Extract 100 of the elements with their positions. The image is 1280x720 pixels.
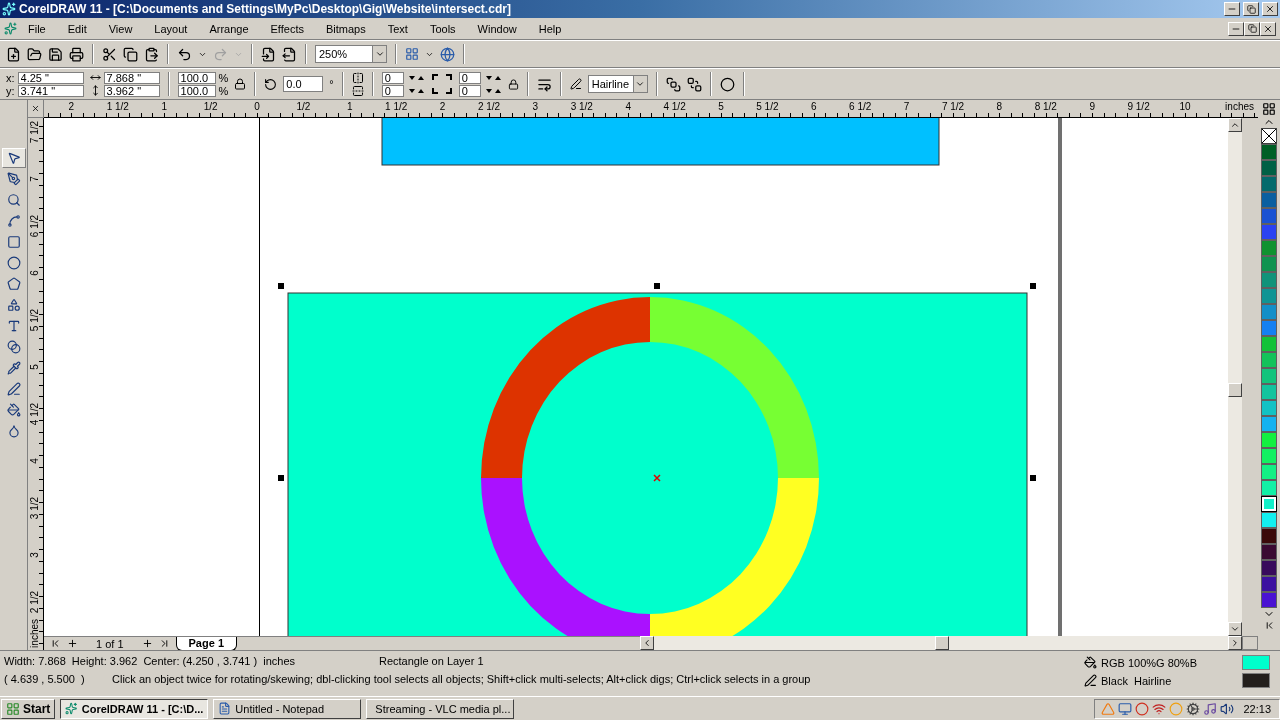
import-icon[interactable] bbox=[261, 46, 276, 62]
add-page-icon[interactable] bbox=[67, 638, 78, 649]
paste-icon[interactable] bbox=[144, 46, 159, 62]
cut-icon[interactable] bbox=[102, 46, 117, 62]
outline-color-swatch[interactable] bbox=[1242, 673, 1270, 688]
ring-segment[interactable] bbox=[481, 297, 650, 478]
menu-item[interactable]: Layout bbox=[143, 22, 199, 35]
x-position-field[interactable]: 4.25 " bbox=[17, 71, 84, 84]
open-icon[interactable] bbox=[27, 46, 42, 62]
save-icon[interactable] bbox=[48, 46, 63, 62]
color-swatch[interactable] bbox=[1261, 464, 1277, 480]
color-swatch[interactable] bbox=[1261, 320, 1277, 336]
color-swatch[interactable] bbox=[1261, 432, 1277, 448]
scale-y-field[interactable]: 100.0 bbox=[177, 84, 216, 97]
color-swatch[interactable] bbox=[1261, 304, 1277, 320]
page-tab[interactable]: Page 1 bbox=[175, 636, 237, 651]
color-swatch[interactable] bbox=[1261, 176, 1277, 192]
selection-handle[interactable] bbox=[1030, 283, 1036, 289]
copy-icon[interactable] bbox=[123, 46, 138, 62]
lock-icon[interactable] bbox=[507, 78, 519, 90]
circle-icon[interactable] bbox=[1135, 701, 1150, 716]
color-swatch[interactable] bbox=[1261, 160, 1277, 176]
outline-width-dropdown[interactable]: Hairline bbox=[587, 75, 648, 93]
scroll-thumb[interactable] bbox=[935, 636, 949, 650]
volume-icon[interactable] bbox=[1220, 701, 1235, 716]
color-swatch[interactable] bbox=[1261, 208, 1277, 224]
scroll-thumb[interactable] bbox=[1228, 383, 1242, 397]
color-swatch[interactable] bbox=[1261, 480, 1277, 496]
minimize-button[interactable] bbox=[1224, 2, 1240, 16]
spinner-icon[interactable] bbox=[406, 86, 425, 95]
restore-button[interactable] bbox=[1243, 2, 1259, 16]
fill-color-swatch[interactable] bbox=[1242, 655, 1270, 670]
selection-handle[interactable] bbox=[1030, 475, 1036, 481]
taskbar-button[interactable]: CorelDRAW 11 - [C:\D... bbox=[60, 698, 209, 719]
color-swatch[interactable] bbox=[1261, 576, 1277, 592]
height-field[interactable]: 3.962 " bbox=[103, 84, 160, 97]
restore-button[interactable] bbox=[1244, 21, 1260, 36]
undo-icon[interactable] bbox=[177, 46, 192, 62]
color-swatch[interactable] bbox=[1261, 256, 1277, 272]
color-swatch[interactable] bbox=[1261, 528, 1277, 544]
color-swatch[interactable] bbox=[1261, 592, 1277, 608]
selection-handle[interactable] bbox=[654, 283, 660, 289]
menu-item[interactable]: Edit bbox=[56, 22, 98, 35]
menu-item[interactable]: Help bbox=[527, 22, 573, 35]
scroll-left-button[interactable] bbox=[640, 636, 654, 650]
color-swatch[interactable] bbox=[1261, 400, 1277, 416]
taskbar-button[interactable]: Streaming - VLC media pl... bbox=[366, 698, 515, 719]
menu-item[interactable]: File bbox=[17, 22, 57, 35]
start-button[interactable]: Start bbox=[1, 698, 56, 719]
selection-handle[interactable] bbox=[278, 475, 284, 481]
menu-item[interactable]: View bbox=[97, 22, 144, 35]
zoom-dropdown[interactable]: 250% bbox=[315, 45, 387, 63]
horizontal-scrollbar[interactable] bbox=[640, 636, 1242, 650]
mirror-vertical-icon[interactable] bbox=[351, 84, 364, 97]
spinner-icon[interactable] bbox=[483, 86, 502, 95]
music-icon[interactable] bbox=[1203, 701, 1218, 716]
menu-item[interactable]: Effects bbox=[259, 22, 315, 35]
first-page-icon[interactable] bbox=[50, 638, 61, 649]
menu-item[interactable]: Tools bbox=[418, 22, 467, 35]
color-swatch[interactable] bbox=[1261, 448, 1277, 464]
no-color-swatch[interactable] bbox=[1261, 128, 1277, 144]
menu-item[interactable]: Text bbox=[376, 22, 419, 35]
selection-handle[interactable] bbox=[278, 283, 284, 289]
menu-item[interactable]: Window bbox=[466, 22, 528, 35]
export-icon[interactable] bbox=[282, 46, 297, 62]
scale-x-field[interactable]: 100.0 bbox=[177, 71, 216, 84]
tool-button[interactable] bbox=[1, 148, 26, 168]
to-back-icon[interactable] bbox=[686, 76, 702, 92]
color-swatch[interactable] bbox=[1261, 368, 1277, 384]
gear-icon[interactable] bbox=[1186, 701, 1201, 716]
width-field[interactable]: 7.868 " bbox=[103, 71, 160, 84]
spinner-icon[interactable] bbox=[483, 73, 502, 82]
scroll-up-button[interactable] bbox=[1228, 118, 1242, 132]
color-swatch[interactable] bbox=[1261, 512, 1277, 528]
minimize-button[interactable] bbox=[1228, 21, 1244, 36]
menu-item[interactable]: Bitmaps bbox=[314, 22, 377, 35]
to-front-icon[interactable] bbox=[665, 76, 681, 92]
globe-icon[interactable] bbox=[440, 46, 455, 62]
color-swatch[interactable] bbox=[1261, 192, 1277, 208]
spinner-icon[interactable] bbox=[406, 73, 425, 82]
color-swatch[interactable] bbox=[1261, 384, 1277, 400]
color-swatch[interactable] bbox=[1261, 416, 1277, 432]
lock-icon[interactable] bbox=[234, 78, 247, 90]
vertical-scrollbar[interactable] bbox=[1228, 118, 1242, 636]
color-swatch[interactable] bbox=[1261, 288, 1277, 304]
taskbar-button[interactable]: Untitled - Notepad bbox=[213, 698, 362, 719]
color-swatch[interactable] bbox=[1261, 144, 1277, 160]
add-page-icon[interactable] bbox=[141, 638, 153, 649]
color-swatch[interactable] bbox=[1261, 240, 1277, 256]
y-position-field[interactable]: 3.741 " bbox=[17, 84, 84, 97]
color-swatch[interactable] bbox=[1261, 560, 1277, 576]
color-swatch[interactable] bbox=[1261, 336, 1277, 352]
scroll-right-button[interactable] bbox=[1228, 636, 1242, 650]
color-swatch[interactable] bbox=[1261, 352, 1277, 368]
rotation-field[interactable]: 0.0 bbox=[283, 76, 324, 92]
print-icon[interactable] bbox=[69, 46, 84, 62]
close-button[interactable] bbox=[1262, 2, 1278, 16]
wrap-text-icon[interactable] bbox=[536, 76, 552, 92]
new-document-icon[interactable] bbox=[6, 46, 21, 62]
wireless-icon[interactable] bbox=[1152, 701, 1167, 716]
